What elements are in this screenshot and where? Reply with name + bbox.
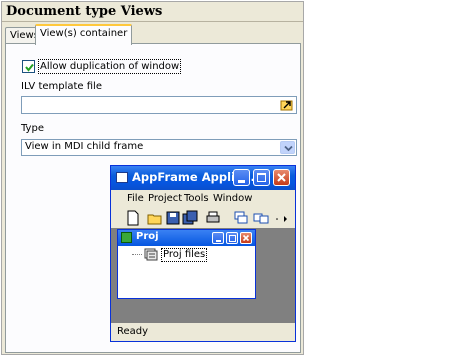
- allow-duplication-checkbox[interactable]: [22, 60, 35, 73]
- tree-item-label: Proj files: [161, 248, 208, 262]
- tree-connector: [132, 254, 142, 255]
- child-title: Proj: [136, 231, 159, 242]
- open-folder-icon: [147, 214, 162, 225]
- child-close-icon: [240, 232, 252, 244]
- preview-titlebar: AppFrame Applic...: [111, 166, 295, 190]
- document-type-views-panel: Document type Views Views View(s) contai…: [1, 1, 304, 355]
- menu-tools: Tools: [184, 193, 209, 204]
- save-all-icon: [182, 210, 198, 225]
- child-minimize-icon: [212, 232, 224, 244]
- mdi-child-window: Proj Proj files: [117, 229, 256, 299]
- type-select-value: View in MDI child frame: [25, 141, 144, 152]
- template-file-label: ILV template file: [21, 81, 102, 92]
- window-cascade-icon: [234, 211, 248, 224]
- tab-views-container[interactable]: View(s) container: [35, 24, 133, 45]
- browse-file-button[interactable]: [280, 98, 294, 112]
- close-icon: [273, 169, 290, 186]
- child-titlebar: Proj: [118, 230, 255, 246]
- maximize-icon: [253, 169, 270, 186]
- project-icon: [121, 232, 132, 243]
- template-file-input[interactable]: [21, 96, 297, 114]
- type-select[interactable]: View in MDI child frame: [21, 139, 297, 156]
- type-label: Type: [21, 123, 44, 134]
- mdi-client-area: Proj Proj files: [111, 228, 295, 323]
- preview-toolbar: [111, 208, 295, 228]
- menu-window: Window: [213, 193, 253, 204]
- preview-statusbar: Ready: [111, 323, 295, 341]
- preview-menubar: File Project Tools Window: [111, 190, 295, 208]
- new-file-icon: [127, 210, 139, 226]
- minimize-icon: [233, 169, 250, 186]
- files-icon: [144, 248, 158, 261]
- child-maximize-icon: [226, 232, 238, 244]
- tab-content: Allow duplication of window ILV template…: [5, 43, 301, 353]
- window-tile-icon: [253, 213, 269, 224]
- checkmark-icon: [25, 63, 34, 72]
- tab-strip: Views View(s) container: [5, 24, 305, 45]
- more-arrow-icon: [276, 216, 287, 222]
- status-text: Ready: [117, 326, 149, 337]
- menu-project: Project: [148, 193, 183, 204]
- allow-duplication-label[interactable]: Allow duplication of window: [38, 59, 182, 74]
- save-icon: [166, 211, 180, 225]
- chevron-down-icon: [284, 145, 293, 152]
- print-icon: [206, 211, 220, 223]
- app-window-icon: [116, 172, 128, 183]
- menu-file: File: [127, 193, 144, 204]
- mdi-preview-window: AppFrame Applic... File Project Tools Wi…: [110, 165, 296, 342]
- folder-arrow-icon: [280, 100, 293, 111]
- type-dropdown-button[interactable]: [280, 141, 295, 154]
- panel-title: Document type Views: [2, 2, 303, 22]
